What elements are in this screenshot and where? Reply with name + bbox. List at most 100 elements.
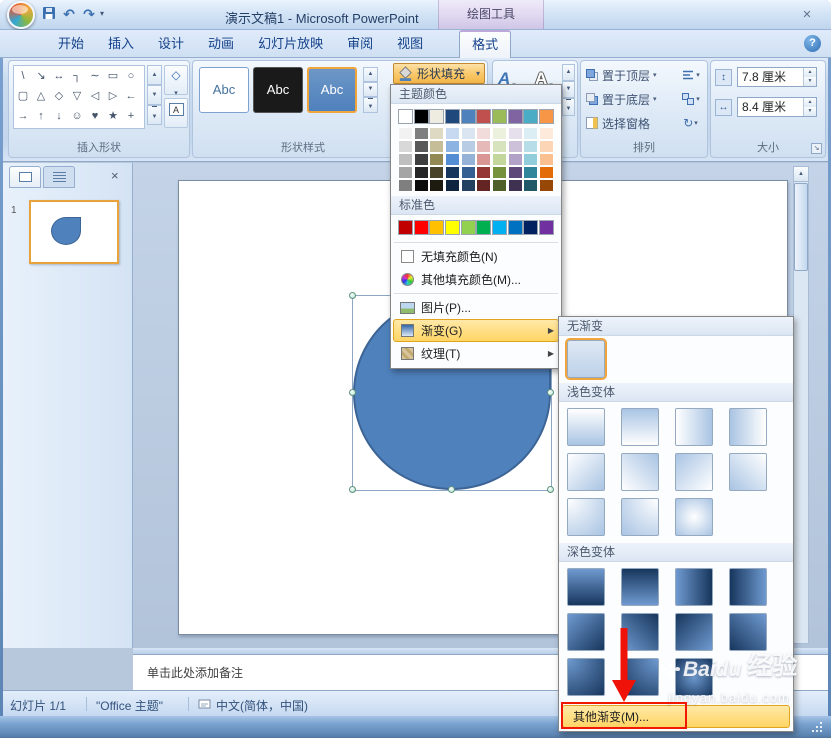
shape-heart-icon[interactable]: ♥ xyxy=(92,107,99,125)
theme-color-swatch-1-3[interactable] xyxy=(413,153,429,166)
theme-color-swatch-0-0[interactable] xyxy=(398,109,413,124)
theme-color-swatch-5-1[interactable] xyxy=(476,127,492,140)
tab-design[interactable]: 设计 xyxy=(146,30,196,58)
shape-smiley-icon[interactable]: ☺ xyxy=(71,107,82,125)
theme-color-swatch-3-3[interactable] xyxy=(444,153,460,166)
outline-tab[interactable] xyxy=(43,166,75,188)
scrollbar-thumb[interactable] xyxy=(794,183,808,271)
theme-color-swatch-3-5[interactable] xyxy=(444,179,460,192)
theme-color-swatch-2-2[interactable] xyxy=(429,140,445,153)
rotate-button[interactable]: ↻ ▾ xyxy=(677,112,704,134)
style-preview-3-selected[interactable]: Abc xyxy=(307,67,357,113)
wordart-more-button[interactable]: ▼ xyxy=(562,98,575,116)
texture-menu-item[interactable]: 纹理(T) ▶ xyxy=(393,342,559,365)
office-button[interactable] xyxy=(7,1,35,29)
theme-color-swatch-4-3[interactable] xyxy=(460,153,476,166)
slide-thumbnail[interactable] xyxy=(29,200,119,264)
theme-color-swatch-5-4[interactable] xyxy=(476,166,492,179)
theme-color-swatch-6-2[interactable] xyxy=(491,140,507,153)
vertical-scrollbar[interactable]: ▲ xyxy=(793,166,809,644)
standard-color-swatch-9[interactable] xyxy=(538,220,554,235)
shape-oval-icon[interactable]: ○ xyxy=(128,67,135,85)
theme-color-swatch-5-5[interactable] xyxy=(476,179,492,192)
slides-tab[interactable] xyxy=(9,166,41,188)
style-preview-2[interactable]: Abc xyxy=(253,67,303,113)
selection-handle-middle-left[interactable] xyxy=(349,389,356,396)
theme-color-swatch-0-5[interactable] xyxy=(398,179,413,192)
theme-color-swatch-0-4[interactable] xyxy=(398,166,413,179)
shape-right-triangle-icon[interactable]: ▷ xyxy=(109,87,117,105)
theme-color-swatch-1-4[interactable] xyxy=(413,166,429,179)
tab-review[interactable]: 审阅 xyxy=(335,30,385,58)
light-gradient-variant-1[interactable] xyxy=(567,408,605,446)
styles-scroll-down-button[interactable]: ▼ xyxy=(363,82,378,97)
shape-curve-icon[interactable]: ∼ xyxy=(90,67,99,85)
theme-color-swatch-4-5[interactable] xyxy=(460,179,476,192)
standard-color-swatch-1[interactable] xyxy=(413,220,429,235)
theme-color-swatch-1-5[interactable] xyxy=(413,179,429,192)
tab-format[interactable]: 格式 xyxy=(459,30,512,58)
theme-color-swatch-9-0[interactable] xyxy=(538,109,554,124)
theme-color-swatch-2-0[interactable] xyxy=(429,109,445,124)
dark-gradient-variant-1[interactable] xyxy=(567,568,605,606)
theme-color-swatch-7-5[interactable] xyxy=(507,179,523,192)
theme-color-swatch-6-3[interactable] xyxy=(491,153,507,166)
selection-handle-middle-right[interactable] xyxy=(547,389,554,396)
standard-color-swatch-3[interactable] xyxy=(444,220,460,235)
help-button[interactable]: ? xyxy=(804,35,821,52)
shape-star-icon[interactable]: ★ xyxy=(108,107,118,125)
shapes-scroll-down-button[interactable]: ▼ xyxy=(147,85,162,105)
shape-left-triangle-icon[interactable]: ◁ xyxy=(91,87,99,105)
theme-color-swatch-7-2[interactable] xyxy=(507,140,523,153)
send-to-back-button[interactable]: 置于底层 ▾ xyxy=(585,88,675,110)
shape-down-triangle-icon[interactable]: ▽ xyxy=(73,87,81,105)
scrollbar-up-button[interactable]: ▲ xyxy=(794,167,808,182)
tab-animation[interactable]: 动画 xyxy=(196,30,246,58)
tab-insert[interactable]: 插入 xyxy=(96,30,146,58)
theme-color-swatch-2-3[interactable] xyxy=(429,153,445,166)
theme-color-swatch-9-5[interactable] xyxy=(538,179,554,192)
light-gradient-variant-7[interactable] xyxy=(675,453,713,491)
theme-color-swatch-7-1[interactable] xyxy=(507,127,523,140)
light-gradient-variant-9[interactable] xyxy=(567,498,605,536)
dark-gradient-variant-10[interactable] xyxy=(621,658,659,696)
theme-color-swatch-3-0[interactable] xyxy=(444,109,460,124)
group-objects-button[interactable]: ▾ xyxy=(677,88,704,110)
shapes-more-button[interactable]: ▼ xyxy=(147,105,162,125)
dark-gradient-variant-6[interactable] xyxy=(621,613,659,651)
shape-fill-button[interactable]: 形状填充 ▾ xyxy=(393,63,485,84)
no-gradient-swatch[interactable] xyxy=(565,338,607,380)
shape-elbow-connector-icon[interactable]: ┐ xyxy=(73,67,81,85)
width-step-down-button[interactable]: ▼ xyxy=(804,107,816,116)
selection-handle-bottom-right[interactable] xyxy=(547,486,554,493)
wordart-scroll-down-button[interactable]: ▼ xyxy=(562,81,575,98)
dark-gradient-variant-7[interactable] xyxy=(675,613,713,651)
more-gradients-menu-item[interactable]: 其他渐变(M)... xyxy=(562,705,790,728)
theme-color-swatch-0-2[interactable] xyxy=(398,140,413,153)
theme-color-swatch-1-0[interactable] xyxy=(413,109,429,124)
theme-color-swatch-8-4[interactable] xyxy=(523,166,539,179)
bring-to-front-button[interactable]: 置于顶层 ▾ xyxy=(585,64,675,86)
theme-color-swatch-5-3[interactable] xyxy=(476,153,492,166)
dark-gradient-variant-3[interactable] xyxy=(675,568,713,606)
standard-color-swatch-0[interactable] xyxy=(398,220,413,235)
shape-height-spinner[interactable]: 7.8 厘米 ▲ ▼ xyxy=(737,67,817,87)
shape-line-icon[interactable]: \ xyxy=(21,67,24,85)
theme-color-swatch-3-4[interactable] xyxy=(444,166,460,179)
shape-plus-icon[interactable]: + xyxy=(128,107,134,125)
close-button[interactable]: ✕ xyxy=(794,6,820,24)
theme-color-swatch-2-5[interactable] xyxy=(429,179,445,192)
shape-up-arrow-icon[interactable]: ↑ xyxy=(38,107,44,125)
light-gradient-variant-6[interactable] xyxy=(621,453,659,491)
theme-color-swatch-7-3[interactable] xyxy=(507,153,523,166)
text-box-button[interactable]: A xyxy=(164,98,188,128)
theme-color-swatch-8-1[interactable] xyxy=(523,127,539,140)
save-button[interactable] xyxy=(40,6,58,24)
shape-rectangle-icon[interactable]: ▭ xyxy=(108,67,118,85)
standard-color-swatch-8[interactable] xyxy=(523,220,539,235)
light-gradient-variant-3[interactable] xyxy=(675,408,713,446)
height-step-up-button[interactable]: ▲ xyxy=(804,68,816,77)
resize-grip[interactable] xyxy=(812,722,824,734)
no-fill-menu-item[interactable]: 无填充颜色(N) xyxy=(393,245,559,268)
gradient-menu-item[interactable]: 渐变(G) ▶ xyxy=(393,319,559,342)
